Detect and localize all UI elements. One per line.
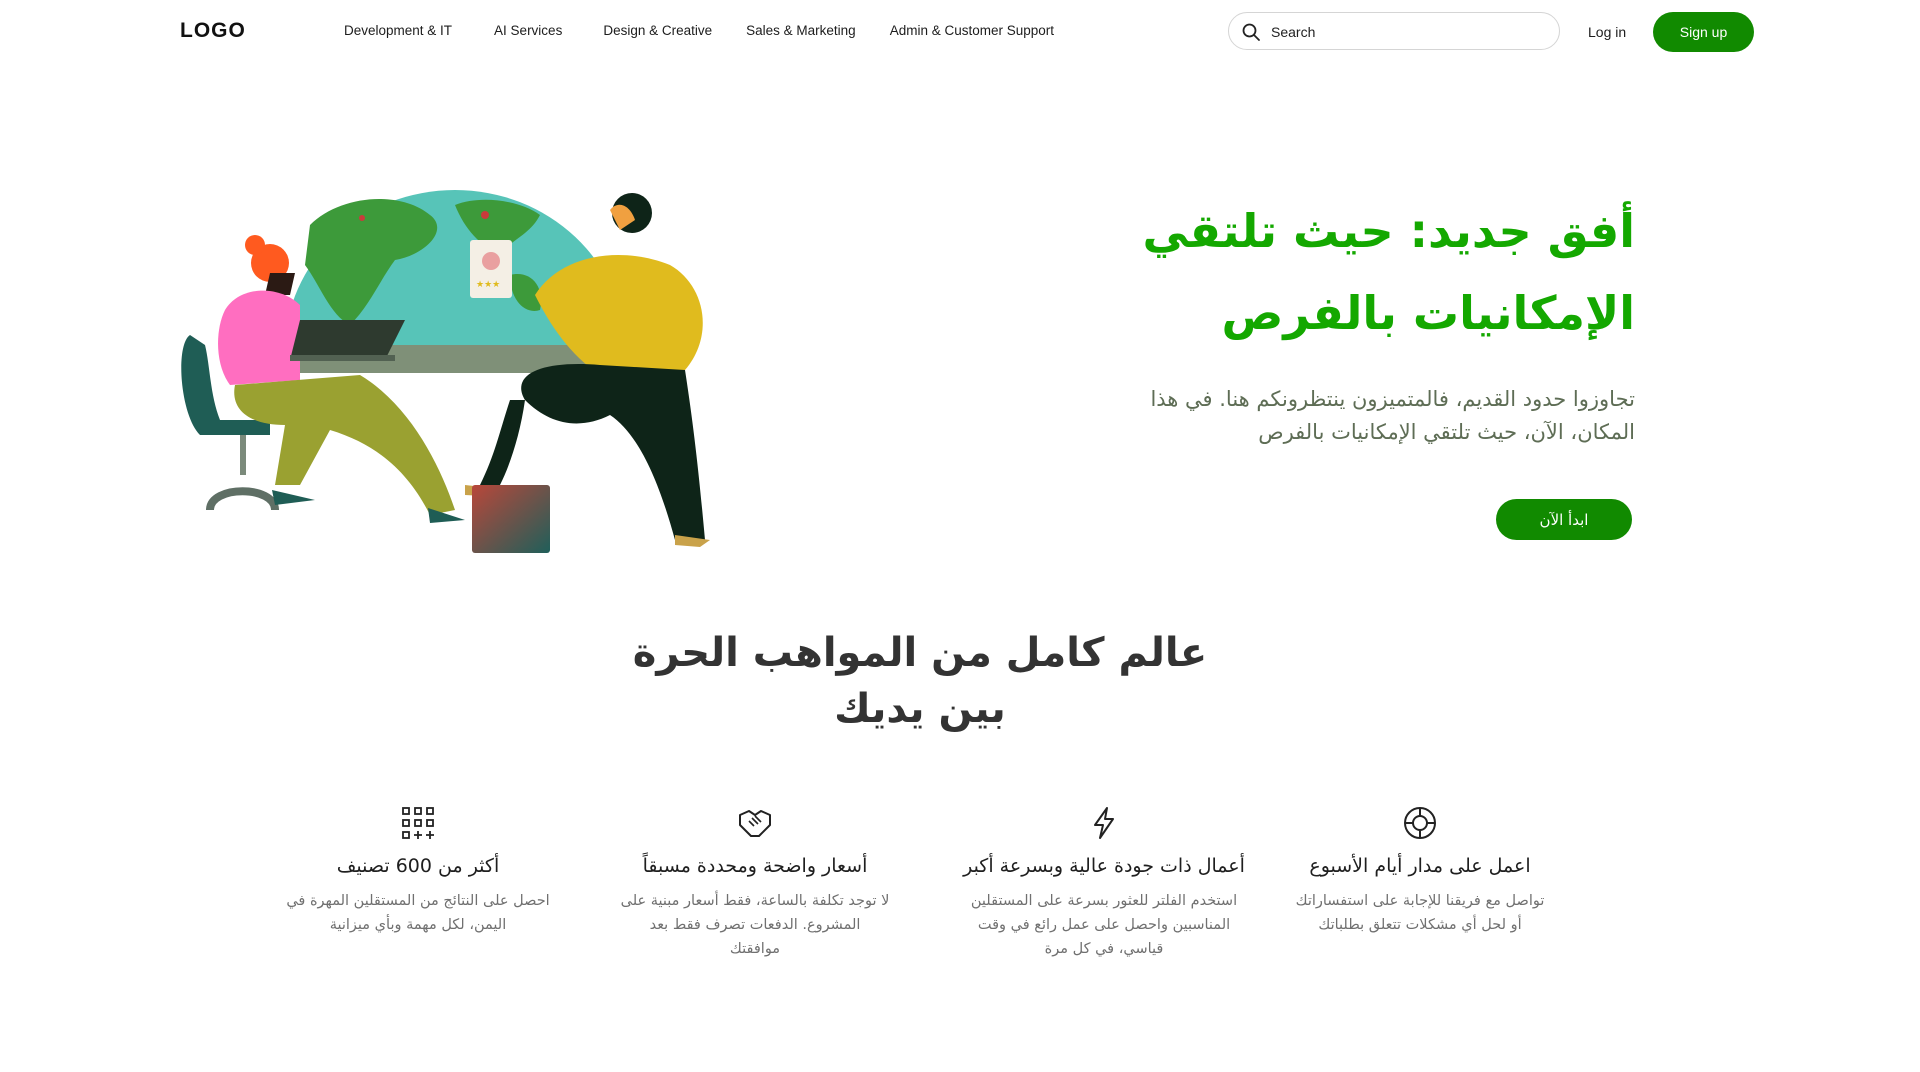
feature-desc-line: لا توجد تكلفة بالساعة، فقط أسعار مبنية ع… xyxy=(620,893,890,909)
feature-desc-line: موافقتك xyxy=(729,941,781,957)
section-title: عالم كامل من المواهب الحرة بين يديك xyxy=(560,625,1280,737)
hero-illustration: ★★★ xyxy=(181,190,710,553)
hero-subtitle-line-2: المكان، الآن، حيث تلتقي الإمكانيات بالفر… xyxy=(1258,420,1635,444)
feature-desc-line: أو لحل أي مشكلات تتعلق بطلباتك xyxy=(1318,917,1522,933)
hero-title-line-2: الإمكانيات بالفرص xyxy=(1221,286,1635,340)
login-link[interactable]: Log in xyxy=(1588,24,1626,40)
hero-title: أفق جديد: حيث تلتقي الإمكانيات بالفرص xyxy=(1035,190,1635,354)
feature-desc-line: احصل على النتائج من المستقلين المهرة في xyxy=(286,893,550,909)
feature-desc-line: المشروع. الدفعات تصرف فقط بعد xyxy=(649,917,861,933)
feature-title: أكثر من 600 تصنيف xyxy=(336,855,500,877)
lifebuoy-icon xyxy=(1404,807,1436,839)
top-navigation-bar: LOGO Development & IT AI Services Design… xyxy=(0,0,1920,66)
feature-description: تواصل مع فريقنا للإجابة على استفساراتك أ… xyxy=(1278,889,1563,937)
handshake-icon xyxy=(739,810,771,837)
feature-title: أسعار واضحة ومحددة مسبقاً xyxy=(642,855,868,877)
feature-card-categories: أكثر من 600 تصنيف احصل على النتائج من ال… xyxy=(268,805,568,937)
svg-text:★★★: ★★★ xyxy=(476,280,500,290)
features-row: اعمل على مدار أيام الأسبوع تواصل مع فريق… xyxy=(0,805,1920,1005)
logo[interactable]: LOGO xyxy=(180,19,246,43)
nav-item-sales-marketing[interactable]: Sales & Marketing xyxy=(746,23,856,38)
search-box[interactable] xyxy=(1228,12,1560,50)
feature-card-pricing: أسعار واضحة ومحددة مسبقاً لا توجد تكلفة … xyxy=(605,805,905,961)
feature-description: لا توجد تكلفة بالساعة، فقط أسعار مبنية ع… xyxy=(613,889,898,961)
signup-button[interactable]: Sign up xyxy=(1653,12,1754,52)
feature-desc-line: استخدم الفلتر للعثور بسرعة على المستقلين xyxy=(970,893,1238,909)
feature-description: احصل على النتائج من المستقلين المهرة في … xyxy=(276,889,561,937)
nav-item-ai-services[interactable]: AI Services xyxy=(494,23,562,38)
feature-desc-line: اليمن، لكل مهمة وبأي ميزانية xyxy=(329,917,507,933)
lightning-icon xyxy=(1094,807,1114,839)
hero-subtitle-line-1: تجاوزوا حدود القديم، فالمتميزون ينتظرونك… xyxy=(1150,387,1635,411)
nav-item-admin-support[interactable]: Admin & Customer Support xyxy=(890,23,1054,38)
section-title-line-2: بين يديك xyxy=(834,686,1006,732)
grid-plus-icon xyxy=(402,807,434,839)
search-input[interactable] xyxy=(1269,20,1543,44)
get-started-button[interactable]: ابدأ الآن xyxy=(1496,499,1632,540)
feature-description: استخدم الفلتر للعثور بسرعة على المستقلين… xyxy=(962,889,1247,961)
hero-title-line-1: أفق جديد: حيث تلتقي xyxy=(1142,204,1635,258)
feature-card-support: اعمل على مدار أيام الأسبوع تواصل مع فريق… xyxy=(1270,805,1570,937)
hero-subtitle: تجاوزوا حدود القديم، فالمتميزون ينتظرونك… xyxy=(1115,383,1635,449)
nav-item-development-it[interactable]: Development & IT xyxy=(344,23,452,38)
feature-title: اعمل على مدار أيام الأسبوع xyxy=(1309,855,1531,877)
main-nav: Development & IT AI Services Design & Cr… xyxy=(344,23,1088,38)
feature-desc-line: تواصل مع فريقنا للإجابة على استفساراتك xyxy=(1295,893,1545,909)
search-icon xyxy=(1242,23,1260,41)
feature-card-quality: أعمال ذات جودة عالية وبسرعة أكبر استخدم … xyxy=(954,805,1254,961)
feature-desc-line: قياسي، في كل مرة xyxy=(1044,941,1164,957)
feature-title: أعمال ذات جودة عالية وبسرعة أكبر xyxy=(963,855,1245,877)
feature-desc-line: المناسبين واحصل على عمل رائع في وقت xyxy=(977,917,1231,933)
section-title-line-1: عالم كامل من المواهب الحرة xyxy=(632,630,1208,676)
bag-graphic xyxy=(472,485,550,553)
nav-item-design-creative[interactable]: Design & Creative xyxy=(603,23,712,38)
